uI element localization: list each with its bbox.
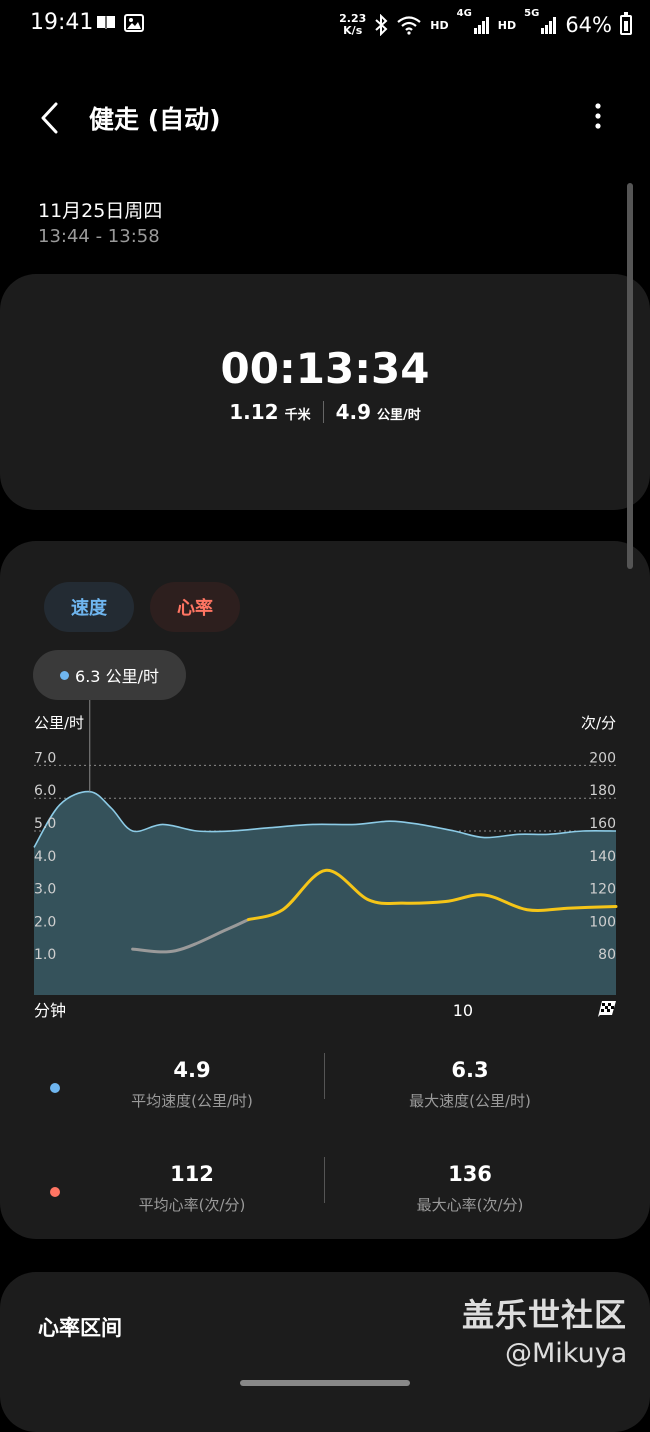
summary-subline: 1.12 千米 4.9 公里/时 — [0, 400, 650, 424]
signal-icon — [473, 17, 489, 34]
max-speed-label: 最大速度(公里/时) — [409, 1092, 531, 1110]
right-tick-label: 100 — [589, 914, 616, 930]
right-tick-label: 160 — [589, 816, 616, 832]
status-time: 19:41 — [30, 10, 94, 35]
x-tick-10: 10 — [453, 1001, 473, 1020]
max-hr-stat: 136 最大心率(次/分) — [340, 1162, 600, 1215]
tooltip-dot — [60, 670, 70, 680]
max-hr-label: 最大心率(次/分) — [416, 1196, 524, 1214]
session-time-range: 13:44 - 13:58 — [38, 226, 160, 247]
max-speed-stat: 6.3 最大速度(公里/时) — [340, 1058, 600, 1111]
right-tick-label: 80 — [598, 947, 616, 963]
image-icon — [124, 14, 144, 32]
duration: 00:13:34 — [220, 344, 430, 393]
speed-heart-rate-chart: 公里/时 次/分 7.0 200 6.0 180 5.0 160 4.0 140 3.0 120 2… — [33, 700, 618, 1020]
watermark-handle: @Mikuya — [505, 1338, 628, 1369]
tooltip-text: 6.3 公里/时 — [75, 667, 159, 686]
summary-card: 00:13:34 1.12 千米 4.9 公里/时 — [0, 274, 650, 510]
avg-speed-value: 4.9 — [173, 1058, 211, 1082]
speed-unit: 公里/时 — [377, 408, 421, 423]
speed-area — [34, 791, 616, 995]
divider — [322, 401, 324, 423]
speed-dot — [50, 1083, 60, 1093]
signal-icon-2 — [541, 17, 557, 34]
distance-value: 1.12 — [229, 400, 279, 424]
right-tick-label: 180 — [589, 783, 616, 799]
speed-tooltip: 6.3 公里/时 — [33, 650, 186, 700]
battery-percent: 64% — [565, 13, 612, 37]
right-tick-label: 120 — [589, 882, 616, 898]
right-axis-label: 次/分 — [581, 714, 616, 732]
distance-unit: 千米 — [284, 408, 311, 423]
bluetooth-icon — [375, 14, 388, 36]
chart-card: 速度 心率 公里/时 次/分 7.0 200 6.0 180 5.0 160 4.0 140 3… — [0, 541, 650, 1239]
avg-hr-value: 112 — [170, 1162, 214, 1186]
avg-hr-label: 平均心率(次/分) — [138, 1196, 246, 1214]
book-icon — [97, 16, 115, 29]
avg-speed-stat: 4.9 平均速度(公里/时) — [62, 1058, 322, 1111]
network-type-2: 5G — [524, 8, 540, 19]
hd-badge: HD — [430, 18, 449, 32]
right-tick-label: 140 — [589, 849, 616, 865]
left-axis-label: 公里/时 — [34, 714, 84, 732]
status-right: 2.23 K/s HD 4G HD 5G 64% — [339, 8, 632, 42]
scrollbar[interactable] — [627, 183, 633, 569]
right-tick-label: 200 — [589, 750, 616, 766]
x-axis-label: 分钟 — [34, 1001, 66, 1020]
checkered-flag-icon — [598, 1001, 616, 1017]
left-tick-label: 6.0 — [34, 783, 56, 799]
divider — [324, 1157, 325, 1203]
page-title: 健走 (自动) — [89, 105, 221, 134]
speed-stats-row: 4.9 平均速度(公里/时) 6.3 最大速度(公里/时) — [0, 1053, 650, 1123]
heart-rate-dot — [50, 1187, 60, 1197]
status-bar: 19:41 2.23 K/s HD 4G HD 5G 64% — [0, 0, 650, 50]
more-vertical-icon[interactable] — [586, 100, 610, 134]
max-hr-value: 136 — [448, 1162, 492, 1186]
left-tick-label: 3.0 — [34, 882, 56, 898]
watermark: 盖乐世社区 — [462, 1296, 628, 1334]
left-tick-label: 5.0 — [34, 816, 56, 832]
left-tick-label: 4.0 — [34, 849, 56, 865]
hd-badge-2: HD — [497, 18, 517, 32]
speed-value: 4.9 — [335, 400, 372, 424]
left-tick-label: 2.0 — [34, 914, 56, 930]
battery-icon — [620, 12, 632, 35]
left-tick-label: 7.0 — [34, 750, 56, 766]
avg-speed-label: 平均速度(公里/时) — [131, 1092, 253, 1110]
max-speed-value: 6.3 — [451, 1058, 489, 1082]
back-icon[interactable] — [34, 98, 70, 138]
home-indicator[interactable] — [240, 1380, 410, 1386]
wifi-icon — [397, 16, 421, 35]
net-speed: 2.23 K/s — [339, 12, 367, 37]
left-tick-label: 1.0 — [34, 947, 56, 963]
avg-hr-stat: 112 平均心率(次/分) — [62, 1162, 322, 1215]
session-date: 11月25日周四 — [38, 200, 163, 222]
heart-rate-stats-row: 112 平均心率(次/分) 136 最大心率(次/分) — [0, 1157, 650, 1227]
network-type: 4G — [456, 8, 472, 19]
zone-title: 心率区间 — [38, 1316, 122, 1340]
divider — [324, 1053, 325, 1099]
